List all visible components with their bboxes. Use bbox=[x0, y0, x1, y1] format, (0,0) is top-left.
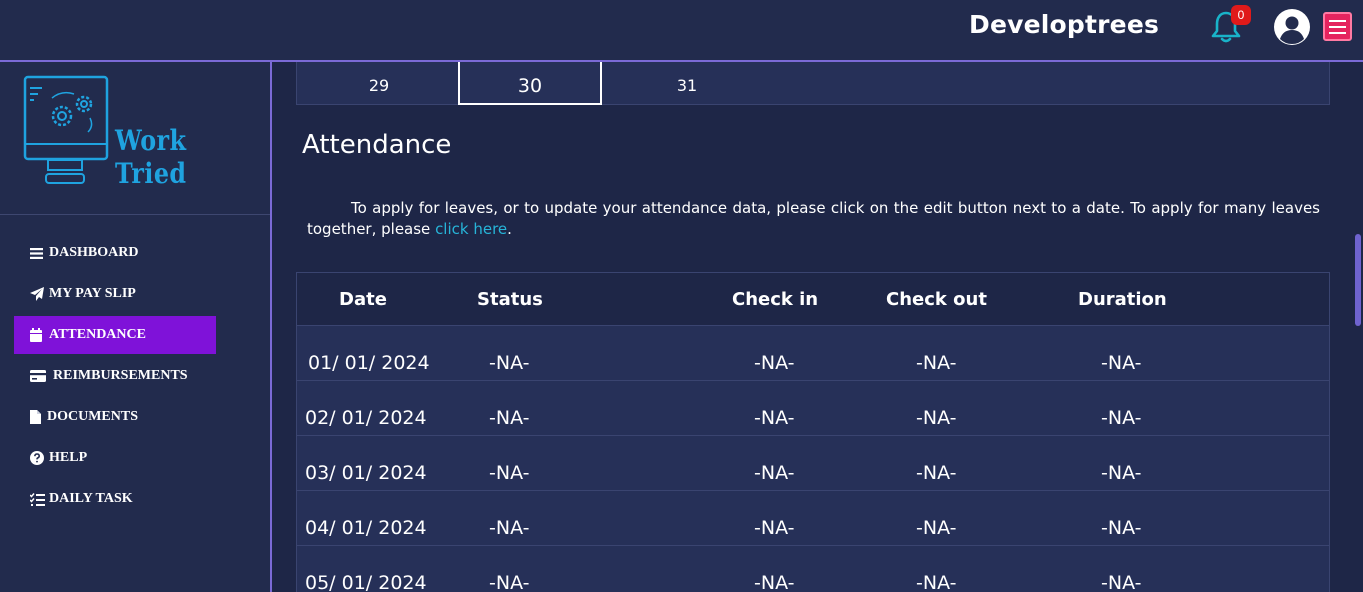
cell-status: -NA- bbox=[489, 407, 530, 429]
sidebar-item-label: HELP bbox=[49, 450, 88, 465]
top-navbar: Developtrees 0 bbox=[0, 0, 1363, 62]
sidebar-item-label: DAILY TASK bbox=[49, 491, 133, 506]
hamburger-line bbox=[1329, 32, 1346, 34]
sidebar-divider bbox=[0, 214, 270, 215]
cell-duration: -NA- bbox=[1101, 352, 1142, 374]
cell-duration: -NA- bbox=[1101, 407, 1142, 429]
table-row: 01/ 01/ 2024 -NA- -NA- -NA- -NA- bbox=[297, 326, 1329, 381]
calendar-icon bbox=[30, 328, 46, 342]
user-avatar-button[interactable] bbox=[1273, 8, 1311, 46]
credit-card-icon bbox=[30, 369, 50, 383]
sidebar-item-daily-task[interactable]: DAILY TASK bbox=[14, 480, 216, 518]
sidebar-nav: DASHBOARD MY PAY SLIP ATTENDANCE REIMBUR… bbox=[14, 234, 254, 521]
monitor-gear-logo-icon bbox=[23, 75, 109, 184]
notification-badge: 0 bbox=[1231, 5, 1251, 25]
table-row: 04/ 01/ 2024 -NA- -NA- -NA- -NA- bbox=[297, 491, 1329, 546]
cell-check-out: -NA- bbox=[916, 462, 957, 484]
sidebar-item-label: DASHBOARD bbox=[49, 245, 139, 260]
user-circle-icon bbox=[1274, 9, 1310, 45]
column-header-date: Date bbox=[339, 289, 387, 310]
column-header-check-in: Check in bbox=[732, 289, 819, 310]
cell-status: -NA- bbox=[489, 517, 530, 539]
cell-check-in: -NA- bbox=[754, 352, 795, 374]
cell-check-in: -NA- bbox=[754, 407, 795, 429]
cell-check-out: -NA- bbox=[916, 407, 957, 429]
notification-button[interactable]: 0 bbox=[1210, 5, 1251, 44]
cell-duration: -NA- bbox=[1101, 572, 1142, 592]
column-header-check-out: Check out bbox=[886, 289, 987, 310]
cell-check-out: -NA- bbox=[916, 572, 957, 592]
table-row: 03/ 01/ 2024 -NA- -NA- -NA- -NA- bbox=[297, 436, 1329, 491]
cell-status: -NA- bbox=[489, 572, 530, 592]
cell-date: 03/ 01/ 2024 bbox=[305, 462, 427, 484]
cell-date: 05/ 01/ 2024 bbox=[305, 572, 427, 592]
hamburger-line bbox=[1329, 26, 1346, 28]
cell-date: 01/ 01/ 2024 bbox=[308, 352, 430, 374]
page-title: Attendance bbox=[302, 130, 452, 160]
column-header-duration: Duration bbox=[1078, 289, 1167, 310]
file-icon bbox=[30, 410, 44, 424]
list-icon bbox=[30, 246, 46, 260]
calendar-day[interactable]: 29 bbox=[307, 62, 451, 105]
scrollbar-thumb[interactable] bbox=[1355, 234, 1361, 326]
main-content: 29 30 31 Attendance To apply for leaves,… bbox=[272, 62, 1353, 592]
question-circle-icon bbox=[30, 451, 46, 465]
logo: Work Tried bbox=[22, 74, 247, 190]
sidebar-item-dashboard[interactable]: DASHBOARD bbox=[14, 234, 216, 272]
sidebar-item-reimbursements[interactable]: REIMBURSEMENTS bbox=[14, 357, 216, 395]
sidebar-item-help[interactable]: HELP bbox=[14, 439, 216, 477]
cell-check-out: -NA- bbox=[916, 517, 957, 539]
cell-check-in: -NA- bbox=[754, 517, 795, 539]
table-header: Date Status Check in Check out Duration bbox=[297, 273, 1329, 326]
sidebar: Work Tried DASHBOARD MY PAY SLIP ATTENDA… bbox=[0, 62, 272, 592]
cell-check-in: -NA- bbox=[754, 462, 795, 484]
cell-date: 04/ 01/ 2024 bbox=[305, 517, 427, 539]
cell-status: -NA- bbox=[489, 462, 530, 484]
click-here-link[interactable]: click here bbox=[435, 220, 507, 238]
cell-check-in: -NA- bbox=[754, 572, 795, 592]
cell-date: 02/ 01/ 2024 bbox=[305, 407, 427, 429]
column-header-status: Status bbox=[477, 289, 543, 310]
logo-text: Work Tried bbox=[115, 124, 187, 190]
sidebar-item-documents[interactable]: DOCUMENTS bbox=[14, 398, 216, 436]
calendar-day-selected[interactable]: 30 bbox=[458, 62, 602, 105]
sidebar-item-label: MY PAY SLIP bbox=[49, 286, 136, 301]
paper-plane-icon bbox=[30, 287, 46, 301]
sidebar-item-label: ATTENDANCE bbox=[49, 327, 146, 342]
cell-duration: -NA- bbox=[1101, 462, 1142, 484]
attendance-table: Date Status Check in Check out Duration … bbox=[296, 272, 1330, 592]
table-row: 05/ 01/ 2024 -NA- -NA- -NA- -NA- bbox=[297, 546, 1329, 592]
cell-status: -NA- bbox=[489, 352, 530, 374]
calendar-day[interactable]: 31 bbox=[615, 62, 759, 105]
sidebar-item-label: REIMBURSEMENTS bbox=[53, 368, 188, 383]
menu-toggle-button[interactable] bbox=[1323, 12, 1352, 41]
sidebar-item-my-pay-slip[interactable]: MY PAY SLIP bbox=[14, 275, 216, 313]
sidebar-item-label: DOCUMENTS bbox=[47, 409, 139, 424]
task-list-icon bbox=[30, 492, 46, 506]
table-row: 02/ 01/ 2024 -NA- -NA- -NA- -NA- bbox=[297, 381, 1329, 436]
sidebar-item-attendance[interactable]: ATTENDANCE bbox=[14, 316, 216, 354]
calendar-day-strip: 29 30 31 bbox=[296, 62, 1330, 105]
brand-name: Developtrees bbox=[969, 10, 1160, 39]
page-scrollbar[interactable] bbox=[1353, 62, 1363, 592]
hamburger-line bbox=[1329, 20, 1346, 22]
cell-duration: -NA- bbox=[1101, 517, 1142, 539]
cell-check-out: -NA- bbox=[916, 352, 957, 374]
attendance-info-text: To apply for leaves, or to update your a… bbox=[307, 198, 1320, 240]
info-text-end: . bbox=[507, 220, 512, 238]
